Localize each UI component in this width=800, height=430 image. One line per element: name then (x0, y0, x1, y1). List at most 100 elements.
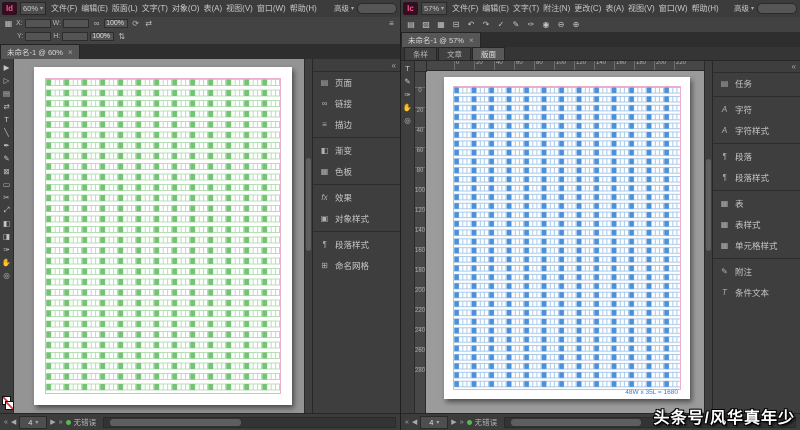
table-styles-panel[interactable]: ▦ 表样式 (713, 214, 800, 235)
character-panel[interactable]: A 字符 (713, 99, 800, 120)
preview-icon[interactable]: ◉ (540, 19, 552, 31)
open-document-icon[interactable]: ▧ (420, 19, 432, 31)
workspace-switcher[interactable]: 高级 ▾ (332, 3, 356, 14)
menu-item[interactable]: 附注(N) (541, 3, 572, 14)
zoom-tool-icon[interactable]: ◎ (402, 115, 413, 125)
menu-item[interactable]: 窗口(W) (255, 3, 288, 14)
fill-stroke-swatches[interactable] (1, 396, 14, 410)
horizontal-ruler[interactable]: 0 20 40 60 80 100 120 140 160 180 200 220 (426, 60, 704, 71)
stroke-panel[interactable]: ≡ 描边 (313, 114, 400, 135)
scrollbar-thumb[interactable] (306, 158, 311, 251)
menu-item[interactable]: 视图(V) (626, 3, 657, 14)
document-area[interactable]: 0 20 40 60 80 100 120 140 160 180 200 220 0 20 40 60 80… (415, 60, 704, 414)
next-page-icon[interactable]: ▶ (50, 418, 55, 426)
character-styles-panel[interactable]: A 字符样式 (713, 120, 800, 141)
menu-item[interactable]: 帮助(H) (288, 3, 319, 14)
menu-item[interactable]: 对象(O) (170, 3, 202, 14)
zoom-level-dropdown[interactable]: 57% ▾ (421, 2, 448, 15)
conditional-text-panel[interactable]: T 条件文本 (713, 282, 800, 303)
note-tool-icon[interactable]: ✎ (402, 76, 413, 86)
y-position-input[interactable] (25, 32, 52, 41)
menu-item[interactable]: 窗口(W) (657, 3, 690, 14)
workspace-switcher[interactable]: 高级 ▾ (732, 3, 756, 14)
next-page-icon[interactable]: ▶ (451, 418, 456, 426)
link-dimensions-icon[interactable]: ∞ (91, 18, 102, 29)
undo-icon[interactable]: ↶ (465, 19, 477, 31)
scrollbar-thumb[interactable] (510, 418, 642, 426)
menu-item[interactable]: 更改(C) (572, 3, 603, 14)
rotate-icon[interactable]: ⟳ (130, 18, 141, 29)
named-grids-panel[interactable]: ⊞ 命名网格 (313, 255, 400, 276)
menu-item[interactable]: 文字(T) (511, 3, 541, 14)
pen-tool-icon[interactable]: ✒ (1, 140, 12, 150)
menu-item[interactable]: 编辑(E) (480, 3, 511, 14)
swatches-panel[interactable]: ▦ 色板 (313, 161, 400, 182)
last-page-icon[interactable]: » (460, 419, 464, 426)
panel-menu-icon[interactable]: ≡ (386, 18, 397, 29)
direct-selection-tool-icon[interactable]: ▷ (1, 75, 12, 85)
gradient-tool-icon[interactable]: ◧ (1, 218, 12, 228)
menu-item[interactable]: 表(A) (603, 3, 626, 14)
pages-panel[interactable]: ▤ 页面 (313, 72, 400, 93)
page-tool-icon[interactable]: ▤ (1, 88, 12, 98)
prev-page-icon[interactable]: ◀ (11, 418, 16, 426)
first-page-icon[interactable]: « (4, 419, 8, 426)
gap-tool-icon[interactable]: ⇄ (1, 101, 12, 111)
pencil-tool-icon[interactable]: ✎ (1, 153, 12, 163)
print-icon[interactable]: ⊟ (450, 19, 462, 31)
type-tool-icon[interactable]: T (1, 114, 12, 124)
line-tool-icon[interactable]: ╲ (1, 127, 12, 137)
new-document-icon[interactable]: ▤ (405, 19, 417, 31)
vertical-scrollbar[interactable] (304, 59, 312, 414)
assignments-panel[interactable]: ▤ 任务 (713, 73, 800, 94)
effects-panel[interactable]: fx 效果 (313, 187, 400, 208)
tab-galley-view[interactable]: 条样 (404, 47, 437, 60)
reference-point-proxy-icon[interactable]: ▦ (3, 18, 14, 29)
links-panel[interactable]: ∞ 链接 (313, 93, 400, 114)
spellcheck-icon[interactable]: ✓ (495, 19, 507, 31)
zoom-tool-icon[interactable]: ◎ (1, 270, 12, 280)
hand-tool-icon[interactable]: ✋ (1, 257, 12, 267)
menu-item[interactable]: 文件(F) (450, 3, 480, 14)
note-icon[interactable]: ✎ (510, 19, 522, 31)
scrollbar-thumb[interactable] (109, 418, 241, 426)
height-input[interactable] (62, 32, 89, 41)
scrollbar-thumb[interactable] (706, 159, 711, 252)
gradient-panel[interactable]: ◧ 渐变 (313, 140, 400, 161)
zoom-level-dropdown[interactable]: 60% ▾ (20, 2, 47, 15)
document-tab[interactable]: 未命名-1 @ 57% × (401, 32, 481, 47)
page-number-input[interactable]: 4 ▾ (420, 415, 449, 429)
paragraph-styles-panel[interactable]: ¶ 段落样式 (313, 234, 400, 255)
dock-collapse-button[interactable]: « (313, 59, 400, 72)
hand-tool-icon[interactable]: ✋ (402, 102, 413, 112)
search-input[interactable] (757, 3, 797, 14)
redo-icon[interactable]: ↷ (480, 19, 492, 31)
close-icon[interactable]: × (469, 36, 474, 45)
first-page-icon[interactable]: « (405, 419, 409, 426)
search-input[interactable] (357, 3, 397, 14)
page-canvas[interactable]: 48W x 35L = 1680 (444, 77, 690, 399)
prev-page-icon[interactable]: ◀ (412, 418, 417, 426)
vertical-ruler[interactable]: 0 20 40 60 80 100 120 140 160 180 200 220 240 260 280 (415, 71, 426, 414)
width-input[interactable] (63, 19, 90, 28)
scale-y-input[interactable]: 100% (90, 32, 115, 41)
menu-item[interactable]: 帮助(H) (690, 3, 721, 14)
save-icon[interactable]: ▦ (435, 19, 447, 31)
scissors-tool-icon[interactable]: ✂ (1, 192, 12, 202)
flip-horizontal-icon[interactable]: ⇄ (143, 18, 154, 29)
type-tool-icon[interactable]: T (402, 63, 413, 73)
menu-item[interactable]: 编辑(E) (79, 3, 110, 14)
cell-styles-panel[interactable]: ▦ 单元格样式 (713, 235, 800, 256)
paragraph-styles-panel[interactable]: ¶ 段落样式 (713, 167, 800, 188)
frame-tool-icon[interactable]: ⊠ (1, 166, 12, 176)
menu-item[interactable]: 文字(T) (140, 3, 170, 14)
stroke-swatch[interactable] (4, 401, 14, 410)
document-tab[interactable]: 未命名-1 @ 60% × (0, 44, 80, 59)
table-panel[interactable]: ▦ 表 (713, 193, 800, 214)
track-changes-icon[interactable]: ✑ (525, 19, 537, 31)
free-transform-tool-icon[interactable]: ⤢ (1, 205, 12, 215)
rectangle-tool-icon[interactable]: ▭ (1, 179, 12, 189)
flip-vertical-icon[interactable]: ⇅ (116, 31, 127, 42)
vertical-scrollbar[interactable] (704, 60, 712, 414)
eyedropper-tool-icon[interactable]: ✑ (402, 89, 413, 99)
